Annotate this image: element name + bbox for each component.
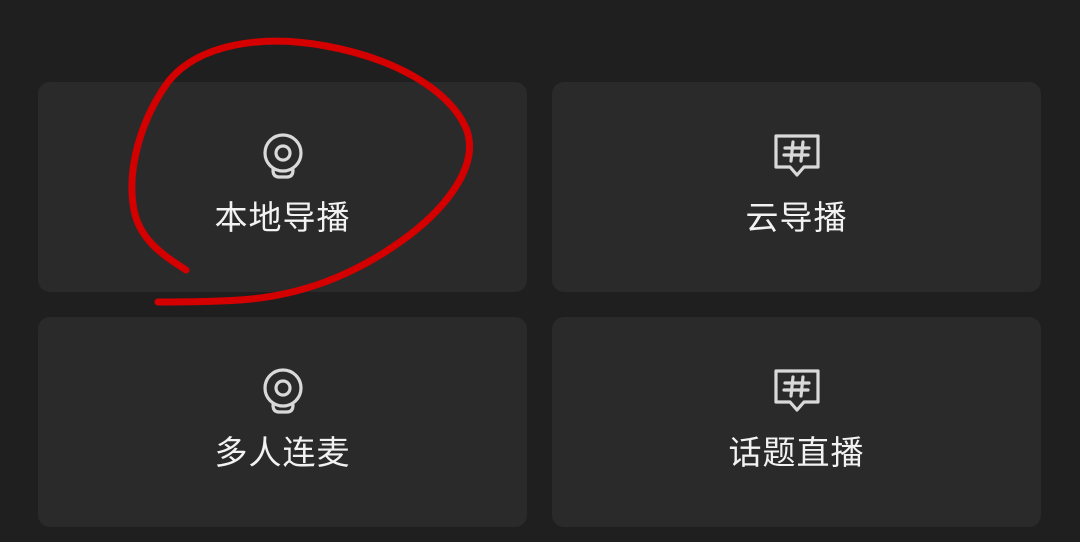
webcam-icon	[259, 367, 307, 419]
multi-guest-tile[interactable]: 多人连麦	[38, 317, 527, 527]
topic-live-label: 话题直播	[728, 433, 865, 472]
cloud-director-label: 云导播	[745, 198, 848, 237]
local-director-label: 本地导播	[214, 198, 351, 237]
hashtag-chat-icon	[773, 367, 821, 419]
topic-live-tile[interactable]: 话题直播	[552, 317, 1041, 527]
local-director-tile[interactable]: 本地导播	[38, 82, 527, 292]
webcam-icon	[259, 132, 307, 184]
live-mode-grid: 本地导播 云导播 多人连麦 话题直播	[0, 0, 1080, 542]
multi-guest-label: 多人连麦	[214, 433, 351, 472]
hashtag-chat-icon	[773, 132, 821, 184]
cloud-director-tile[interactable]: 云导播	[552, 82, 1041, 292]
